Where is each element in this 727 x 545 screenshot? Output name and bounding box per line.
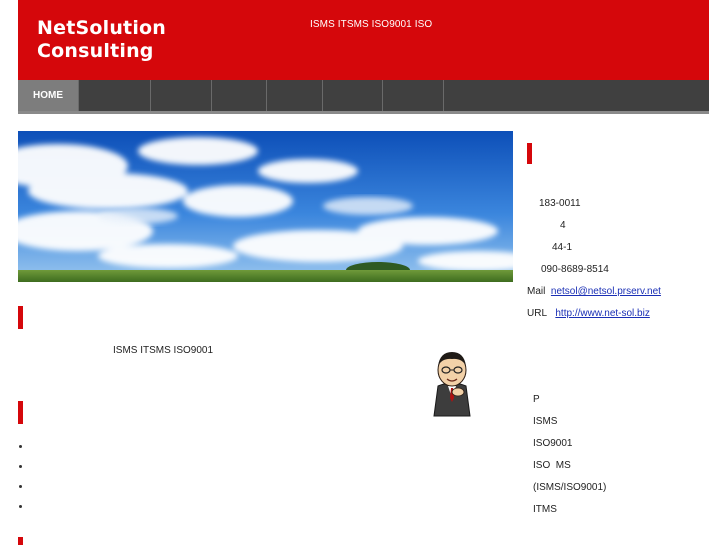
- contact-address-line: 4: [560, 220, 566, 231]
- contact-postal: 183-0011: [539, 198, 581, 209]
- contact-phone: 090-8689-8514: [541, 264, 609, 275]
- section-marker-1: [18, 306, 23, 329]
- feature-list: [18, 438, 26, 518]
- nav-item-8[interactable]: [444, 80, 709, 111]
- nav-item-4[interactable]: [212, 80, 267, 111]
- service-item[interactable]: ISO9001: [533, 438, 572, 449]
- nav-item-6[interactable]: [323, 80, 383, 111]
- section-marker-2: [18, 401, 23, 424]
- service-item[interactable]: P: [533, 394, 540, 405]
- service-item[interactable]: ISO MS: [533, 460, 571, 471]
- intro-text: ISMS ITSMS ISO9001: [113, 345, 214, 356]
- sidebar-section-marker-1: [527, 143, 532, 164]
- mail-label: Mail: [527, 286, 546, 297]
- brand-line-2: Consulting: [37, 40, 154, 62]
- website-link[interactable]: http://www.net-sol.biz: [555, 308, 649, 319]
- url-label: URL: [527, 308, 548, 319]
- list-item: [18, 478, 26, 498]
- site-header: NetSolution Consulting ISMS ITSMS ISO900…: [18, 0, 709, 80]
- hero-image: [18, 131, 513, 282]
- contact-address-line: 44-1: [552, 242, 573, 253]
- section-marker-3: [18, 537, 23, 545]
- service-item[interactable]: ISMS: [533, 416, 557, 427]
- businessman-icon: [428, 346, 476, 418]
- list-item: [18, 458, 26, 478]
- mail-link[interactable]: netsol@netsol.prserv.net: [551, 286, 661, 297]
- service-item[interactable]: (ISMS/ISO9001): [533, 482, 606, 493]
- nav-item-7[interactable]: [383, 80, 444, 111]
- brand-line-1: NetSolution: [37, 17, 167, 39]
- nav-item-3[interactable]: [151, 80, 212, 111]
- contact-url-row: URL http://www.net-sol.biz: [527, 308, 650, 319]
- contact-mail-row: Mail netsol@netsol.prserv.net: [527, 286, 661, 297]
- list-item: [18, 498, 26, 518]
- nav-item-2[interactable]: [79, 80, 151, 111]
- sky-landscape-image: [18, 131, 513, 282]
- list-item: [18, 438, 26, 458]
- site-logo[interactable]: NetSolution Consulting: [37, 17, 166, 63]
- main-nav: HOME: [18, 80, 709, 114]
- header-tagline: ISMS ITSMS ISO9001 ISO: [310, 19, 433, 30]
- service-item[interactable]: ITMS: [533, 504, 557, 515]
- nav-item-5[interactable]: [267, 80, 323, 111]
- nav-item-home[interactable]: HOME: [18, 80, 79, 111]
